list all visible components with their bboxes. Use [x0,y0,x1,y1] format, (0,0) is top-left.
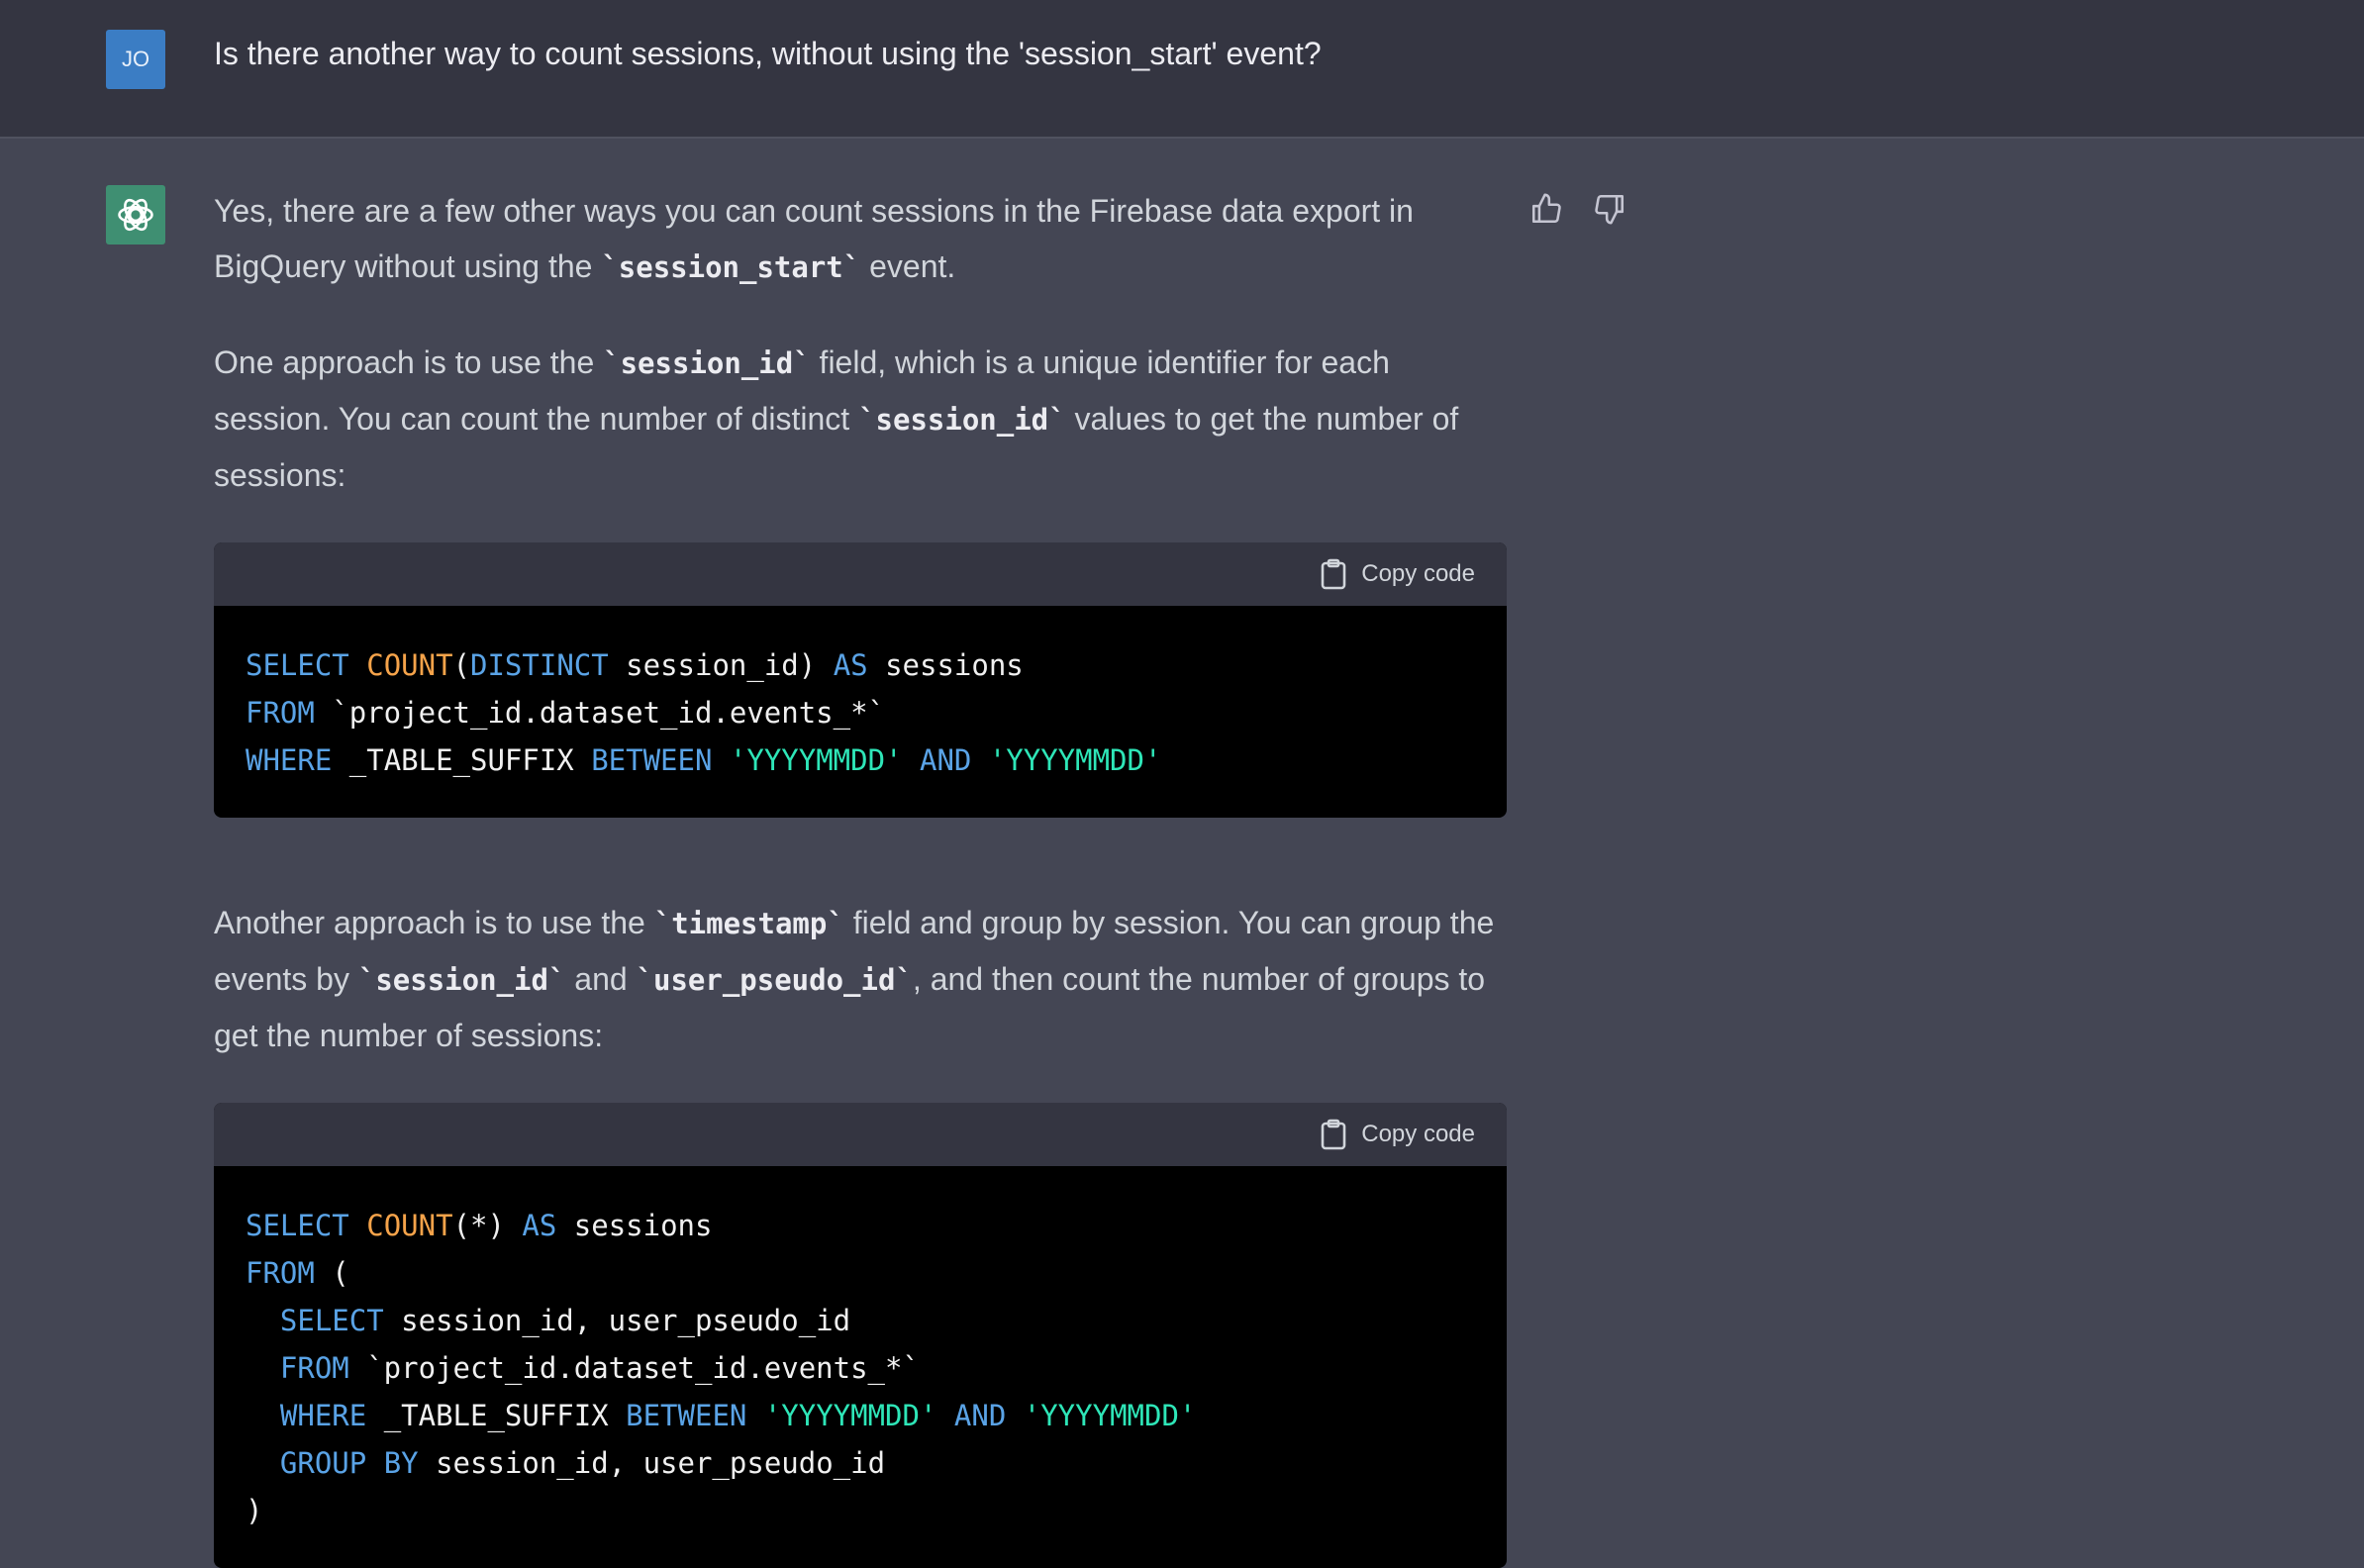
code-line: ) [246,1494,263,1527]
clipboard-icon [1321,1119,1346,1150]
inline-code: `session_id` [858,403,1066,437]
clipboard-icon [1321,558,1346,590]
code-line: SELECT COUNT(*) AS sessions [246,1209,713,1242]
code-body-2: SELECT COUNT(*) AS sessions FROM ( SELEC… [214,1166,1507,1568]
code-block-header: Copy code [214,542,1507,606]
code-line: FROM `project_id.dataset_id.events_*` [279,1351,920,1385]
inline-code: `session_start` [601,250,861,284]
user-message-text: Is there another way to count sessions, … [214,36,1322,71]
thumbs-down-button[interactable] [1593,192,1626,226]
assistant-paragraph-1: Yes, there are a few other ways you can … [214,193,1414,284]
copy-code-label: Copy code [1361,1121,1475,1147]
assistant-avatar [106,185,165,245]
openai-logo-icon [118,198,153,232]
thumbs-down-icon [1595,194,1625,225]
user-message-row: JO Is there another way to count session… [0,0,2364,139]
feedback-buttons [1529,192,1626,226]
code-body-1: SELECT COUNT(DISTINCT session_id) AS ses… [214,606,1507,818]
inline-code: `timestamp` [653,907,844,940]
thumbs-up-button[interactable] [1529,192,1563,226]
inline-code: `user_pseudo_id` [636,963,913,997]
assistant-paragraph-2: One approach is to use the `session_id` … [214,344,1459,493]
assistant-paragraph-3: Another approach is to use the `timestam… [214,905,1495,1053]
copy-code-button[interactable]: Copy code [1320,1119,1475,1150]
code-block-1: Copy code SELECT COUNT(DISTINCT session_… [214,542,1507,818]
code-line: FROM ( [246,1256,349,1290]
code-line: GROUP BY session_id, user_pseudo_id [279,1446,886,1480]
code-line: SELECT session_id, user_pseudo_id [279,1304,851,1337]
user-avatar-initials: JO [121,47,150,71]
user-avatar: JO [106,30,165,89]
code-line: WHERE _TABLE_SUFFIX BETWEEN 'YYYYMMDD' A… [246,743,1162,777]
code-line: FROM `project_id.dataset_id.events_*` [246,696,886,730]
code-line: WHERE _TABLE_SUFFIX BETWEEN 'YYYYMMDD' A… [279,1399,1197,1432]
inline-code: `session_id` [603,346,811,380]
code-line: SELECT COUNT(DISTINCT session_id) AS ses… [246,648,1024,682]
copy-code-label: Copy code [1361,560,1475,587]
code-block-2: Copy code SELECT COUNT(*) AS sessions FR… [214,1103,1507,1568]
thumbs-up-icon [1531,193,1561,224]
copy-code-button[interactable]: Copy code [1320,558,1475,590]
assistant-message: Yes, there are a few other ways you can … [214,183,1511,1568]
code-block-header: Copy code [214,1103,1507,1166]
inline-code: `session_id` [357,963,566,997]
